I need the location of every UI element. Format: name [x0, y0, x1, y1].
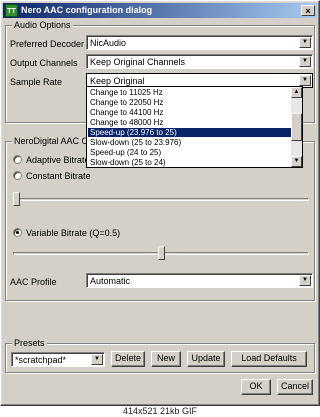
neroaac-options-title: NeroDigital AAC Op [12, 136, 96, 146]
preferred-decoder-label: Preferred Decoder [10, 39, 85, 49]
scroll-up-icon[interactable]: ▲ [291, 87, 302, 98]
close-button[interactable]: × [301, 5, 315, 16]
chevron-down-icon[interactable]: ▼ [299, 75, 311, 86]
sample-rate-value: Keep Original [90, 76, 145, 86]
aac-profile-label: AAC Profile [10, 277, 57, 287]
chevron-down-icon[interactable]: ▼ [299, 56, 311, 67]
list-item-selected[interactable]: Speed-up (23.976 to 25) [88, 128, 291, 137]
image-caption: 414x521 21kb GIF [0, 406, 320, 417]
presets-value: *scratchpad* [15, 355, 67, 365]
load-defaults-button[interactable]: Load Defaults [231, 351, 307, 367]
preferred-decoder-value: NicAudio [90, 38, 127, 48]
new-button[interactable]: New [151, 351, 181, 367]
preferred-decoder-select[interactable]: NicAudio ▼ [86, 35, 313, 50]
delete-button[interactable]: Delete [111, 351, 145, 367]
cancel-button[interactable]: Cancel [277, 379, 313, 395]
output-channels-select[interactable]: Keep Original Channels ▼ [86, 54, 313, 69]
list-item[interactable]: Slow-down (25 to 24) [88, 158, 291, 167]
adaptive-bitrate-label: Adaptive Bitrate [26, 155, 90, 165]
output-channels-value: Keep Original Channels [90, 57, 186, 67]
audio-options-title: Audio Options [12, 20, 73, 30]
adaptive-bitrate-radio[interactable] [13, 155, 22, 164]
constant-bitrate-slider-thumb[interactable] [13, 192, 20, 206]
chevron-down-icon[interactable]: ▼ [299, 275, 311, 286]
variable-bitrate-radio[interactable] [13, 228, 22, 237]
constant-bitrate-slider-track [13, 198, 309, 201]
presets-title: Presets [12, 338, 47, 348]
sample-rate-label: Sample Rate [10, 77, 63, 87]
constant-bitrate-label: Constant Bitrate [26, 171, 91, 181]
app-icon: TT [5, 4, 18, 17]
output-channels-label: Output Channels [10, 58, 78, 68]
list-item[interactable]: Change to 22050 Hz [88, 98, 291, 107]
list-item[interactable]: Change to 44100 Hz [88, 108, 291, 117]
aac-profile-select[interactable]: Automatic ▼ [86, 273, 313, 288]
presets-select[interactable]: *scratchpad* ▼ [11, 352, 105, 367]
sample-rate-dropdown-list[interactable]: Change to 11025 Hz Change to 22050 Hz Ch… [86, 86, 303, 168]
constant-bitrate-radio[interactable] [13, 171, 22, 180]
variable-bitrate-slider-thumb[interactable] [158, 246, 165, 260]
window-title: Nero AAC configuration dialog [21, 5, 153, 15]
chevron-down-icon[interactable]: ▼ [91, 354, 103, 365]
title-bar[interactable]: TT Nero AAC configuration dialog × [3, 3, 317, 18]
dialog-window: TT Nero AAC configuration dialog × Audio… [0, 0, 320, 406]
list-item[interactable]: Change to 48000 Hz [88, 118, 291, 127]
ok-button[interactable]: OK [241, 379, 271, 395]
chevron-down-icon[interactable]: ▼ [299, 37, 311, 48]
scroll-down-icon[interactable]: ▼ [291, 156, 302, 167]
scroll-thumb[interactable] [291, 113, 302, 141]
dropdown-scrollbar[interactable]: ▲ ▼ [291, 87, 302, 167]
aac-profile-value: Automatic [90, 276, 131, 286]
update-button[interactable]: Update [187, 351, 225, 367]
list-item[interactable]: Change to 11025 Hz [88, 88, 291, 97]
list-item[interactable]: Speed-up (24 to 25) [88, 148, 291, 157]
list-item[interactable]: Slow-down (25 to 23.976) [88, 138, 291, 147]
variable-bitrate-label: Variable Bitrate (Q=0.5) [26, 228, 121, 238]
